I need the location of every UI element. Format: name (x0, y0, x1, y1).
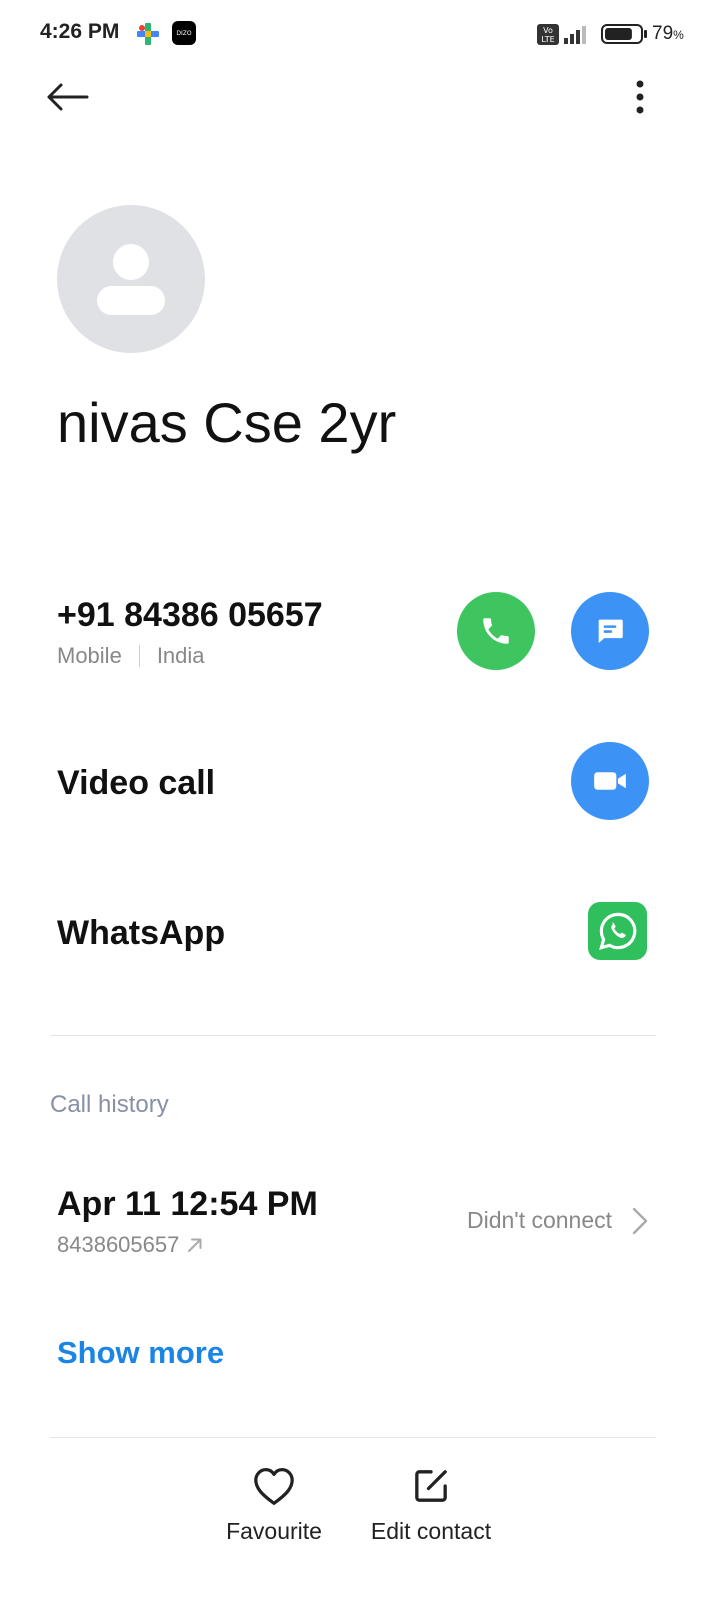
phone-number[interactable]: +91 84386 05657 (57, 596, 323, 635)
back-button[interactable] (40, 76, 94, 118)
call-history-number-row: 8438605657 (57, 1232, 205, 1258)
more-options-button[interactable] (620, 76, 660, 118)
favourite-button[interactable]: Favourite (224, 1466, 324, 1545)
phone-region: India (156, 643, 205, 668)
video-call-label[interactable]: Video call (57, 764, 215, 803)
play-games-icon (136, 22, 160, 46)
edit-contact-button[interactable]: Edit contact (366, 1466, 496, 1545)
message-button[interactable] (571, 592, 649, 670)
message-icon (598, 619, 623, 644)
svg-text:Vo: Vo (543, 26, 553, 35)
edit-icon (415, 1470, 447, 1502)
phone-meta: Mobile India (57, 643, 205, 669)
call-history-number: 8438605657 (57, 1232, 180, 1257)
contact-avatar (57, 205, 205, 353)
signal-icon (563, 24, 591, 44)
volte-icon: Vo LTE (537, 24, 559, 45)
person-icon (97, 244, 165, 315)
whatsapp-button[interactable] (588, 902, 647, 960)
back-arrow-icon (47, 83, 89, 111)
section-divider (50, 1035, 656, 1036)
meta-separator (138, 645, 140, 667)
chevron-right-icon[interactable] (628, 1206, 650, 1236)
dizo-icon: DIZO (172, 21, 196, 45)
whatsapp-label[interactable]: WhatsApp (57, 914, 225, 953)
bottom-divider (50, 1437, 656, 1438)
call-button[interactable] (457, 592, 535, 670)
battery-percent: 79% (652, 23, 684, 45)
contact-name: nivas Cse 2yr (57, 391, 397, 454)
phone-type: Mobile (57, 643, 122, 668)
phone-icon (483, 618, 509, 644)
battery-percent-unit: % (673, 28, 684, 42)
svg-text:LTE: LTE (541, 35, 554, 44)
video-camera-icon (594, 772, 626, 790)
video-call-button[interactable] (571, 742, 649, 820)
outgoing-call-icon (188, 1238, 202, 1252)
status-time: 4:26 PM (40, 20, 120, 43)
show-more-link[interactable]: Show more (57, 1335, 224, 1371)
whatsapp-icon (598, 912, 636, 950)
more-vertical-icon (636, 80, 644, 114)
battery-icon (601, 24, 647, 44)
favourite-label: Favourite (226, 1518, 322, 1544)
call-history-status: Didn't connect (467, 1207, 613, 1233)
call-history-time[interactable]: Apr 11 12:54 PM (57, 1185, 318, 1224)
edit-contact-label: Edit contact (370, 1518, 492, 1544)
call-history-heading: Call history (50, 1091, 169, 1118)
battery-percent-value: 79 (652, 23, 674, 44)
heart-icon (254, 1468, 294, 1505)
